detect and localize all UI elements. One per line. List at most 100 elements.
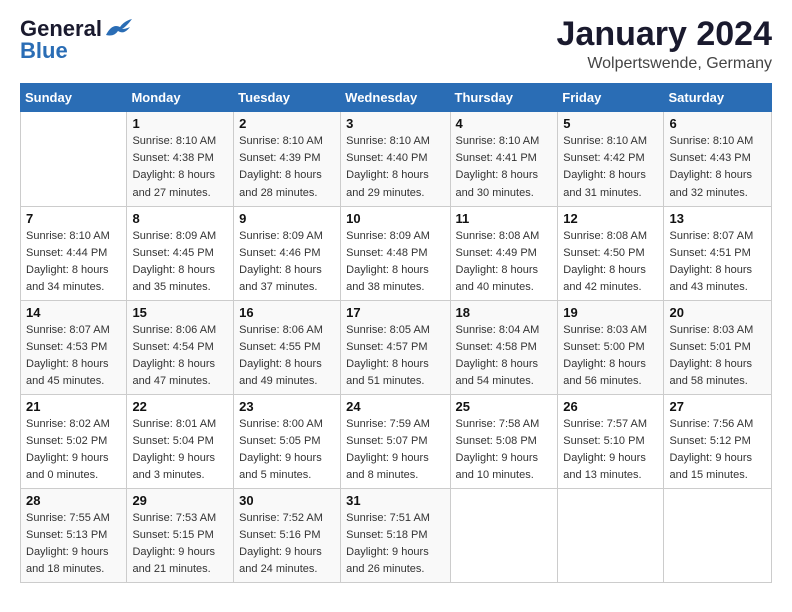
day-number: 1: [132, 116, 228, 131]
col-header-sunday: Sunday: [21, 84, 127, 112]
day-number: 28: [26, 493, 121, 508]
col-header-saturday: Saturday: [664, 84, 772, 112]
col-header-tuesday: Tuesday: [234, 84, 341, 112]
day-info: Sunrise: 8:10 AMSunset: 4:43 PMDaylight:…: [669, 133, 766, 201]
logo: General Blue: [20, 16, 134, 64]
day-number: 10: [346, 211, 444, 226]
day-info: Sunrise: 7:52 AMSunset: 5:16 PMDaylight:…: [239, 510, 335, 578]
calendar-cell: 1Sunrise: 8:10 AMSunset: 4:38 PMDaylight…: [127, 112, 234, 206]
calendar-cell: 4 Sunrise: 8:10 AMSunset: 4:41 PMDaylight…: [450, 112, 558, 206]
calendar-cell: 8Sunrise: 8:09 AMSunset: 4:45 PMDaylight…: [127, 206, 234, 300]
calendar-cell: 5 Sunrise: 8:10 AMSunset: 4:42 PMDaylight…: [558, 112, 664, 206]
day-number: 23: [239, 399, 335, 414]
calendar-cell: 26 Sunrise: 7:57 AMSunset: 5:10 PMDayligh…: [558, 394, 664, 488]
day-info: Sunrise: 8:10 AMSunset: 4:44 PMDaylight:…: [26, 228, 121, 296]
day-number: 13: [669, 211, 766, 226]
calendar-cell: 20 Sunrise: 8:03 AMSunset: 5:01 PMDayligh…: [664, 300, 772, 394]
day-info: Sunrise: 8:07 AMSunset: 4:53 PMDaylight:…: [26, 322, 121, 390]
day-number: 20: [669, 305, 766, 320]
day-number: 14: [26, 305, 121, 320]
calendar-cell: 10 Sunrise: 8:09 AMSunset: 4:48 PMDayligh…: [341, 206, 450, 300]
calendar-cell: [21, 112, 127, 206]
calendar-header-row: SundayMondayTuesdayWednesdayThursdayFrid…: [21, 84, 772, 112]
col-header-friday: Friday: [558, 84, 664, 112]
day-info: Sunrise: 8:09 AMSunset: 4:45 PMDaylight:…: [132, 228, 228, 296]
day-number: 22: [132, 399, 228, 414]
day-info: Sunrise: 7:57 AMSunset: 5:10 PMDaylight:…: [563, 416, 658, 484]
day-info: Sunrise: 8:09 AMSunset: 4:46 PMDaylight:…: [239, 228, 335, 296]
day-number: 12: [563, 211, 658, 226]
calendar-week-row: 1Sunrise: 8:10 AMSunset: 4:38 PMDaylight…: [21, 112, 772, 206]
calendar-cell: 16Sunrise: 8:06 AMSunset: 4:55 PMDayligh…: [234, 300, 341, 394]
day-number: 4: [456, 116, 553, 131]
day-info: Sunrise: 7:51 AMSunset: 5:18 PMDaylight:…: [346, 510, 444, 578]
day-info: Sunrise: 8:08 AMSunset: 4:50 PMDaylight:…: [563, 228, 658, 296]
calendar-cell: 14 Sunrise: 8:07 AMSunset: 4:53 PMDayligh…: [21, 300, 127, 394]
day-info: Sunrise: 8:10 AMSunset: 4:42 PMDaylight:…: [563, 133, 658, 201]
day-info: Sunrise: 7:59 AMSunset: 5:07 PMDaylight:…: [346, 416, 444, 484]
day-info: Sunrise: 7:58 AMSunset: 5:08 PMDaylight:…: [456, 416, 553, 484]
day-number: 25: [456, 399, 553, 414]
day-info: Sunrise: 8:06 AMSunset: 4:54 PMDaylight:…: [132, 322, 228, 390]
calendar-cell: 30 Sunrise: 7:52 AMSunset: 5:16 PMDayligh…: [234, 489, 341, 583]
calendar-cell: 11Sunrise: 8:08 AMSunset: 4:49 PMDayligh…: [450, 206, 558, 300]
calendar-cell: 27 Sunrise: 7:56 AMSunset: 5:12 PMDayligh…: [664, 394, 772, 488]
day-number: 2: [239, 116, 335, 131]
location: Wolpertswende, Germany: [557, 55, 773, 73]
title-block: January 2024 Wolpertswende, Germany: [557, 16, 773, 73]
day-number: 30: [239, 493, 335, 508]
calendar-cell: 19Sunrise: 8:03 AMSunset: 5:00 PMDayligh…: [558, 300, 664, 394]
day-number: 29: [132, 493, 228, 508]
day-info: Sunrise: 8:10 AMSunset: 4:41 PMDaylight:…: [456, 133, 553, 201]
day-number: 11: [456, 211, 553, 226]
day-info: Sunrise: 8:03 AMSunset: 5:01 PMDaylight:…: [669, 322, 766, 390]
day-info: Sunrise: 8:06 AMSunset: 4:55 PMDaylight:…: [239, 322, 335, 390]
day-number: 17: [346, 305, 444, 320]
day-number: 21: [26, 399, 121, 414]
calendar-cell: [664, 489, 772, 583]
calendar-cell: 25 Sunrise: 7:58 AMSunset: 5:08 PMDayligh…: [450, 394, 558, 488]
col-header-wednesday: Wednesday: [341, 84, 450, 112]
calendar-week-row: 14 Sunrise: 8:07 AMSunset: 4:53 PMDayligh…: [21, 300, 772, 394]
day-number: 5: [563, 116, 658, 131]
calendar-cell: 23 Sunrise: 8:00 AMSunset: 5:05 PMDayligh…: [234, 394, 341, 488]
day-info: Sunrise: 7:53 AMSunset: 5:15 PMDaylight:…: [132, 510, 228, 578]
calendar-cell: 17 Sunrise: 8:05 AMSunset: 4:57 PMDayligh…: [341, 300, 450, 394]
header: General Blue January 2024 Wolpertswende,…: [20, 16, 772, 73]
day-info: Sunrise: 8:10 AMSunset: 4:39 PMDaylight:…: [239, 133, 335, 201]
calendar-cell: 15 Sunrise: 8:06 AMSunset: 4:54 PMDayligh…: [127, 300, 234, 394]
calendar-cell: 24Sunrise: 7:59 AMSunset: 5:07 PMDayligh…: [341, 394, 450, 488]
day-number: 26: [563, 399, 658, 414]
day-info: Sunrise: 8:00 AMSunset: 5:05 PMDaylight:…: [239, 416, 335, 484]
calendar-cell: 6 Sunrise: 8:10 AMSunset: 4:43 PMDaylight…: [664, 112, 772, 206]
day-info: Sunrise: 8:03 AMSunset: 5:00 PMDaylight:…: [563, 322, 658, 390]
calendar-cell: 29 Sunrise: 7:53 AMSunset: 5:15 PMDayligh…: [127, 489, 234, 583]
calendar-cell: 13Sunrise: 8:07 AMSunset: 4:51 PMDayligh…: [664, 206, 772, 300]
col-header-monday: Monday: [127, 84, 234, 112]
calendar-cell: 22 Sunrise: 8:01 AMSunset: 5:04 PMDayligh…: [127, 394, 234, 488]
day-number: 3: [346, 116, 444, 131]
calendar-cell: [558, 489, 664, 583]
day-number: 31: [346, 493, 444, 508]
day-number: 15: [132, 305, 228, 320]
day-info: Sunrise: 8:05 AMSunset: 4:57 PMDaylight:…: [346, 322, 444, 390]
day-number: 27: [669, 399, 766, 414]
day-info: Sunrise: 8:01 AMSunset: 5:04 PMDaylight:…: [132, 416, 228, 484]
calendar-cell: 12 Sunrise: 8:08 AMSunset: 4:50 PMDayligh…: [558, 206, 664, 300]
day-info: Sunrise: 8:10 AMSunset: 4:40 PMDaylight:…: [346, 133, 444, 201]
calendar-cell: 2 Sunrise: 8:10 AMSunset: 4:39 PMDaylight…: [234, 112, 341, 206]
calendar-cell: 21 Sunrise: 8:02 AMSunset: 5:02 PMDayligh…: [21, 394, 127, 488]
calendar-cell: 9Sunrise: 8:09 AMSunset: 4:46 PMDaylight…: [234, 206, 341, 300]
calendar-cell: 3 Sunrise: 8:10 AMSunset: 4:40 PMDaylight…: [341, 112, 450, 206]
col-header-thursday: Thursday: [450, 84, 558, 112]
calendar-week-row: 21 Sunrise: 8:02 AMSunset: 5:02 PMDayligh…: [21, 394, 772, 488]
calendar: SundayMondayTuesdayWednesdayThursdayFrid…: [20, 83, 772, 583]
calendar-cell: 7Sunrise: 8:10 AMSunset: 4:44 PMDaylight…: [21, 206, 127, 300]
day-info: Sunrise: 7:56 AMSunset: 5:12 PMDaylight:…: [669, 416, 766, 484]
day-info: Sunrise: 8:02 AMSunset: 5:02 PMDaylight:…: [26, 416, 121, 484]
calendar-cell: 18Sunrise: 8:04 AMSunset: 4:58 PMDayligh…: [450, 300, 558, 394]
calendar-cell: [450, 489, 558, 583]
day-info: Sunrise: 8:09 AMSunset: 4:48 PMDaylight:…: [346, 228, 444, 296]
day-number: 6: [669, 116, 766, 131]
day-info: Sunrise: 8:04 AMSunset: 4:58 PMDaylight:…: [456, 322, 553, 390]
